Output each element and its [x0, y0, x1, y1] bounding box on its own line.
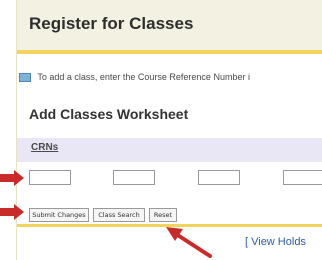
info-text: To add a class, enter the Course Referen…	[37, 72, 250, 82]
submit-changes-button[interactable]: Submit Changes	[29, 208, 89, 222]
crn-input-3[interactable]	[198, 170, 240, 185]
registration-frame: Register for Classes To add a class, ent…	[16, 0, 322, 260]
reset-button[interactable]: Reset	[149, 208, 177, 222]
crn-input-2[interactable]	[113, 170, 155, 185]
info-row: To add a class, enter the Course Referen…	[19, 72, 250, 83]
class-search-button[interactable]: Class Search	[93, 208, 145, 222]
section-title: Add Classes Worksheet	[29, 106, 189, 122]
crn-column-header: CRNs	[31, 142, 59, 153]
page-title: Register for Classes	[29, 14, 194, 33]
crn-input-1[interactable]	[29, 170, 71, 185]
view-holds-link[interactable]: [ View Holds	[245, 236, 306, 248]
title-band: Register for Classes	[17, 0, 322, 54]
info-icon	[19, 73, 31, 83]
crn-input-4[interactable]	[283, 170, 322, 185]
bottom-accent-line	[17, 224, 322, 227]
crn-header-bar: CRNs	[17, 138, 322, 162]
